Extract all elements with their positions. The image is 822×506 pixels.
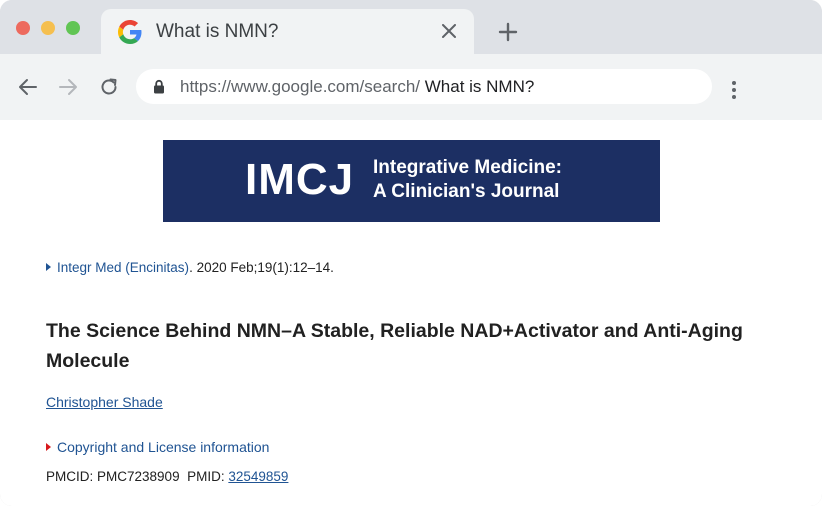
- page-content: IMCJ Integrative Medicine: A Clinician's…: [0, 120, 822, 506]
- tab-strip: What is NMN?: [0, 0, 822, 54]
- copyright-link[interactable]: Copyright and License information: [57, 439, 269, 455]
- back-arrow-icon[interactable]: [16, 75, 40, 99]
- journal-banner: IMCJ Integrative Medicine: A Clinician's…: [163, 140, 660, 222]
- minimize-window-button[interactable]: [41, 21, 55, 35]
- citation-details: . 2020 Feb;19(1):12–14.: [189, 260, 334, 275]
- journal-subtitle-line2: A Clinician's Journal: [373, 181, 560, 202]
- close-tab-icon[interactable]: [438, 20, 460, 42]
- maximize-window-button[interactable]: [66, 21, 80, 35]
- expand-triangle-icon: [46, 443, 51, 451]
- pmid-label: PMID:: [187, 469, 229, 484]
- url-base: https://www.google.com/search/: [180, 77, 421, 96]
- tab-active[interactable]: What is NMN?: [101, 9, 474, 54]
- lock-icon: [152, 79, 166, 94]
- pmid-link[interactable]: 32549859: [228, 469, 288, 484]
- new-tab-plus-icon[interactable]: [496, 20, 520, 44]
- copyright-info[interactable]: Copyright and License information: [46, 439, 269, 455]
- journal-subtitle-line1: Integrative Medicine:: [373, 157, 562, 178]
- url-text[interactable]: https://www.google.com/search/ What is N…: [180, 77, 534, 97]
- journal-link[interactable]: Integr Med (Encinitas): [57, 260, 189, 275]
- expand-triangle-icon: [46, 263, 51, 271]
- browser-toolbar: https://www.google.com/search/ What is N…: [0, 54, 822, 120]
- browser-window: What is NMN? https://www.google.com/sear…: [0, 0, 822, 506]
- journal-logo: IMCJ: [245, 155, 355, 204]
- article-title: The Science Behind NMN–A Stable, Reliabl…: [46, 320, 743, 372]
- reload-icon[interactable]: [97, 75, 121, 99]
- url-query: What is NMN?: [420, 77, 535, 96]
- journal-subtitle: Integrative Medicine: A Clinician's Jour…: [373, 156, 562, 204]
- address-bar[interactable]: https://www.google.com/search/ What is N…: [136, 69, 712, 104]
- pmcid-label: PMCID:: [46, 469, 98, 484]
- author-link[interactable]: Christopher Shade: [46, 394, 163, 410]
- forward-arrow-icon[interactable]: [56, 75, 80, 99]
- article-ids: PMCID: PMC7238909 PMID: 32549859: [46, 469, 288, 484]
- more-menu-icon[interactable]: [722, 78, 746, 102]
- close-window-button[interactable]: [16, 21, 30, 35]
- google-g-icon: [118, 20, 142, 44]
- tab-title: What is NMN?: [156, 21, 279, 42]
- pmcid-value: PMC7238909: [97, 469, 180, 484]
- citation: Integr Med (Encinitas). 2020 Feb;19(1):1…: [46, 260, 334, 275]
